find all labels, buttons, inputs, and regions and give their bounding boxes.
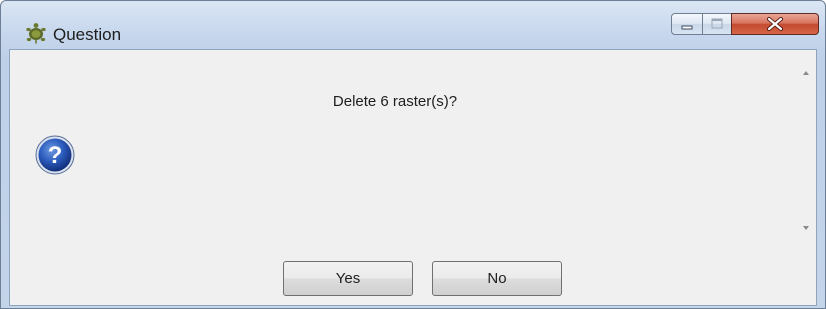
dialog-window: Question ? Delete 6 raster(s)? Yes No	[0, 0, 826, 309]
window-title: Question	[53, 25, 122, 44]
close-button[interactable]	[731, 13, 819, 35]
maximize-icon	[711, 18, 723, 29]
vertical-scrollbar[interactable]	[797, 59, 815, 236]
minimize-button[interactable]	[671, 13, 703, 35]
no-button[interactable]: No	[432, 261, 562, 296]
yes-button[interactable]: Yes	[283, 261, 413, 296]
scroll-up-icon[interactable]	[801, 69, 811, 77]
dialog-message: Delete 6 raster(s)?	[332, 93, 458, 110]
window-controls	[671, 13, 819, 37]
minimize-icon	[681, 25, 693, 30]
maximize-button[interactable]	[702, 13, 732, 35]
question-icon: ?	[34, 134, 76, 176]
turtle-icon	[25, 22, 47, 44]
close-icon	[767, 17, 783, 31]
title-bar[interactable]: Question	[1, 1, 825, 49]
dialog-content: ? Delete 6 raster(s)? Yes No	[9, 49, 817, 306]
scroll-down-icon[interactable]	[801, 224, 811, 232]
svg-text:?: ?	[48, 142, 63, 169]
